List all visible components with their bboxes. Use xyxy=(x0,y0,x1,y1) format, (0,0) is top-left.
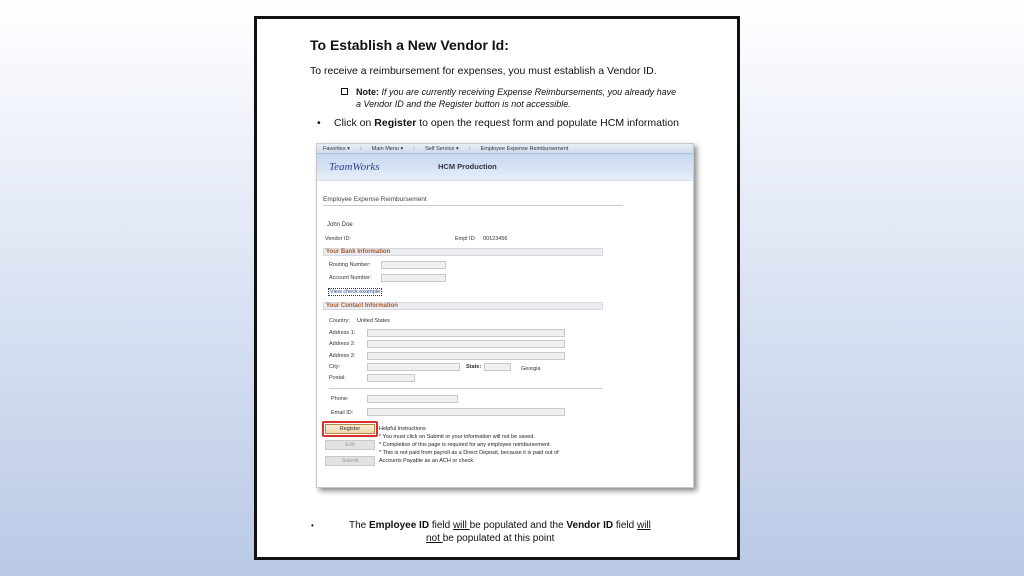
nav-employee-expense[interactable]: Employee Expense Reimbursement xyxy=(481,146,569,152)
help-title: Helpful Instructions xyxy=(379,426,426,432)
document-title: To Establish a New Vendor Id: xyxy=(310,37,509,53)
city-label: City: xyxy=(329,364,340,370)
help-line: * You must click on Submit or your infor… xyxy=(379,434,535,440)
address1-label: Address 1: xyxy=(329,330,356,336)
intro-text: To receive a reimbursement for expenses,… xyxy=(310,65,657,77)
nav-self-service[interactable]: Self Service ▾ xyxy=(425,146,459,152)
phone-label: Phone: xyxy=(331,396,349,402)
bank-info-section: Your Bank Information xyxy=(323,248,603,256)
register-button[interactable]: Register xyxy=(325,424,375,434)
country-value: United States xyxy=(357,318,391,324)
employee-name: John Doe xyxy=(327,222,353,228)
view-check-example-link[interactable]: View check example xyxy=(328,288,383,296)
address2-input[interactable] xyxy=(367,340,565,348)
hcm-screenshot: Favorites ▾ › Main Menu ▾ › Self Service… xyxy=(316,143,694,488)
form-divider xyxy=(329,388,602,389)
help-line: Accounts Payable as an ACH or check. xyxy=(379,458,475,464)
empl-id-label: Empl ID: xyxy=(455,236,477,242)
vendor-id-label: Vendor ID: xyxy=(325,236,351,242)
nav-separator: › xyxy=(359,145,362,152)
submit-button[interactable]: Submit xyxy=(325,456,375,466)
email-label: Email ID: xyxy=(331,410,354,416)
nav-main-menu[interactable]: Main Menu ▾ xyxy=(372,146,404,152)
phone-input[interactable] xyxy=(367,395,458,403)
helpful-instructions: Helpful Instructions * You must click on… xyxy=(379,425,559,465)
postal-label: Postal: xyxy=(329,375,346,381)
address3-input[interactable] xyxy=(367,352,565,360)
address3-label: Address 3: xyxy=(329,353,356,359)
state-label: State: xyxy=(466,364,482,370)
address2-label: Address 2: xyxy=(329,341,356,347)
routing-number-input[interactable] xyxy=(381,261,446,269)
state-input[interactable] xyxy=(484,363,511,371)
bullet-icon: • xyxy=(317,117,321,129)
empl-id-value: 00123456 xyxy=(483,236,508,242)
form-title: Employee Expense Reimbursement xyxy=(323,196,623,206)
routing-number-label: Routing Number: xyxy=(329,262,371,268)
app-nav-bar: Favorites ▾ › Main Menu ▾ › Self Service… xyxy=(317,144,693,154)
note-block: Note: If you are currently receiving Exp… xyxy=(341,86,682,110)
environment-label: HCM Production xyxy=(438,162,497,171)
nav-separator: › xyxy=(468,145,471,152)
postal-input[interactable] xyxy=(367,374,415,382)
note-text: If you are currently receiving Expense R… xyxy=(356,87,677,109)
help-line: * Completion of this page is required fo… xyxy=(379,442,552,448)
help-line: * This is not paid from payroll as a Dir… xyxy=(379,450,559,456)
register-instruction: • Click on Register to open the request … xyxy=(317,117,679,129)
edit-button[interactable]: Edit xyxy=(325,440,375,450)
document-page: To Establish a New Vendor Id: To receive… xyxy=(254,16,740,560)
checkbox-bullet-icon xyxy=(341,88,348,95)
address1-input[interactable] xyxy=(367,329,565,337)
account-number-label: Account Number: xyxy=(329,275,372,281)
country-label: Country: xyxy=(329,318,350,324)
nav-separator: › xyxy=(413,145,416,152)
teamworks-logo: TeamWorks xyxy=(329,161,380,173)
email-input[interactable] xyxy=(367,408,565,416)
city-input[interactable] xyxy=(367,363,460,371)
bullet-icon: • xyxy=(311,521,314,530)
account-number-input[interactable] xyxy=(381,274,446,282)
app-form: Employee Expense Reimbursement John Doe … xyxy=(317,182,695,488)
state-value: Georgia xyxy=(521,366,541,372)
app-header: TeamWorks HCM Production xyxy=(317,154,693,181)
note-label: Note: xyxy=(356,87,379,97)
nav-favorites[interactable]: Favorites ▾ xyxy=(323,146,350,152)
contact-info-section: Your Contact Information xyxy=(323,302,603,310)
